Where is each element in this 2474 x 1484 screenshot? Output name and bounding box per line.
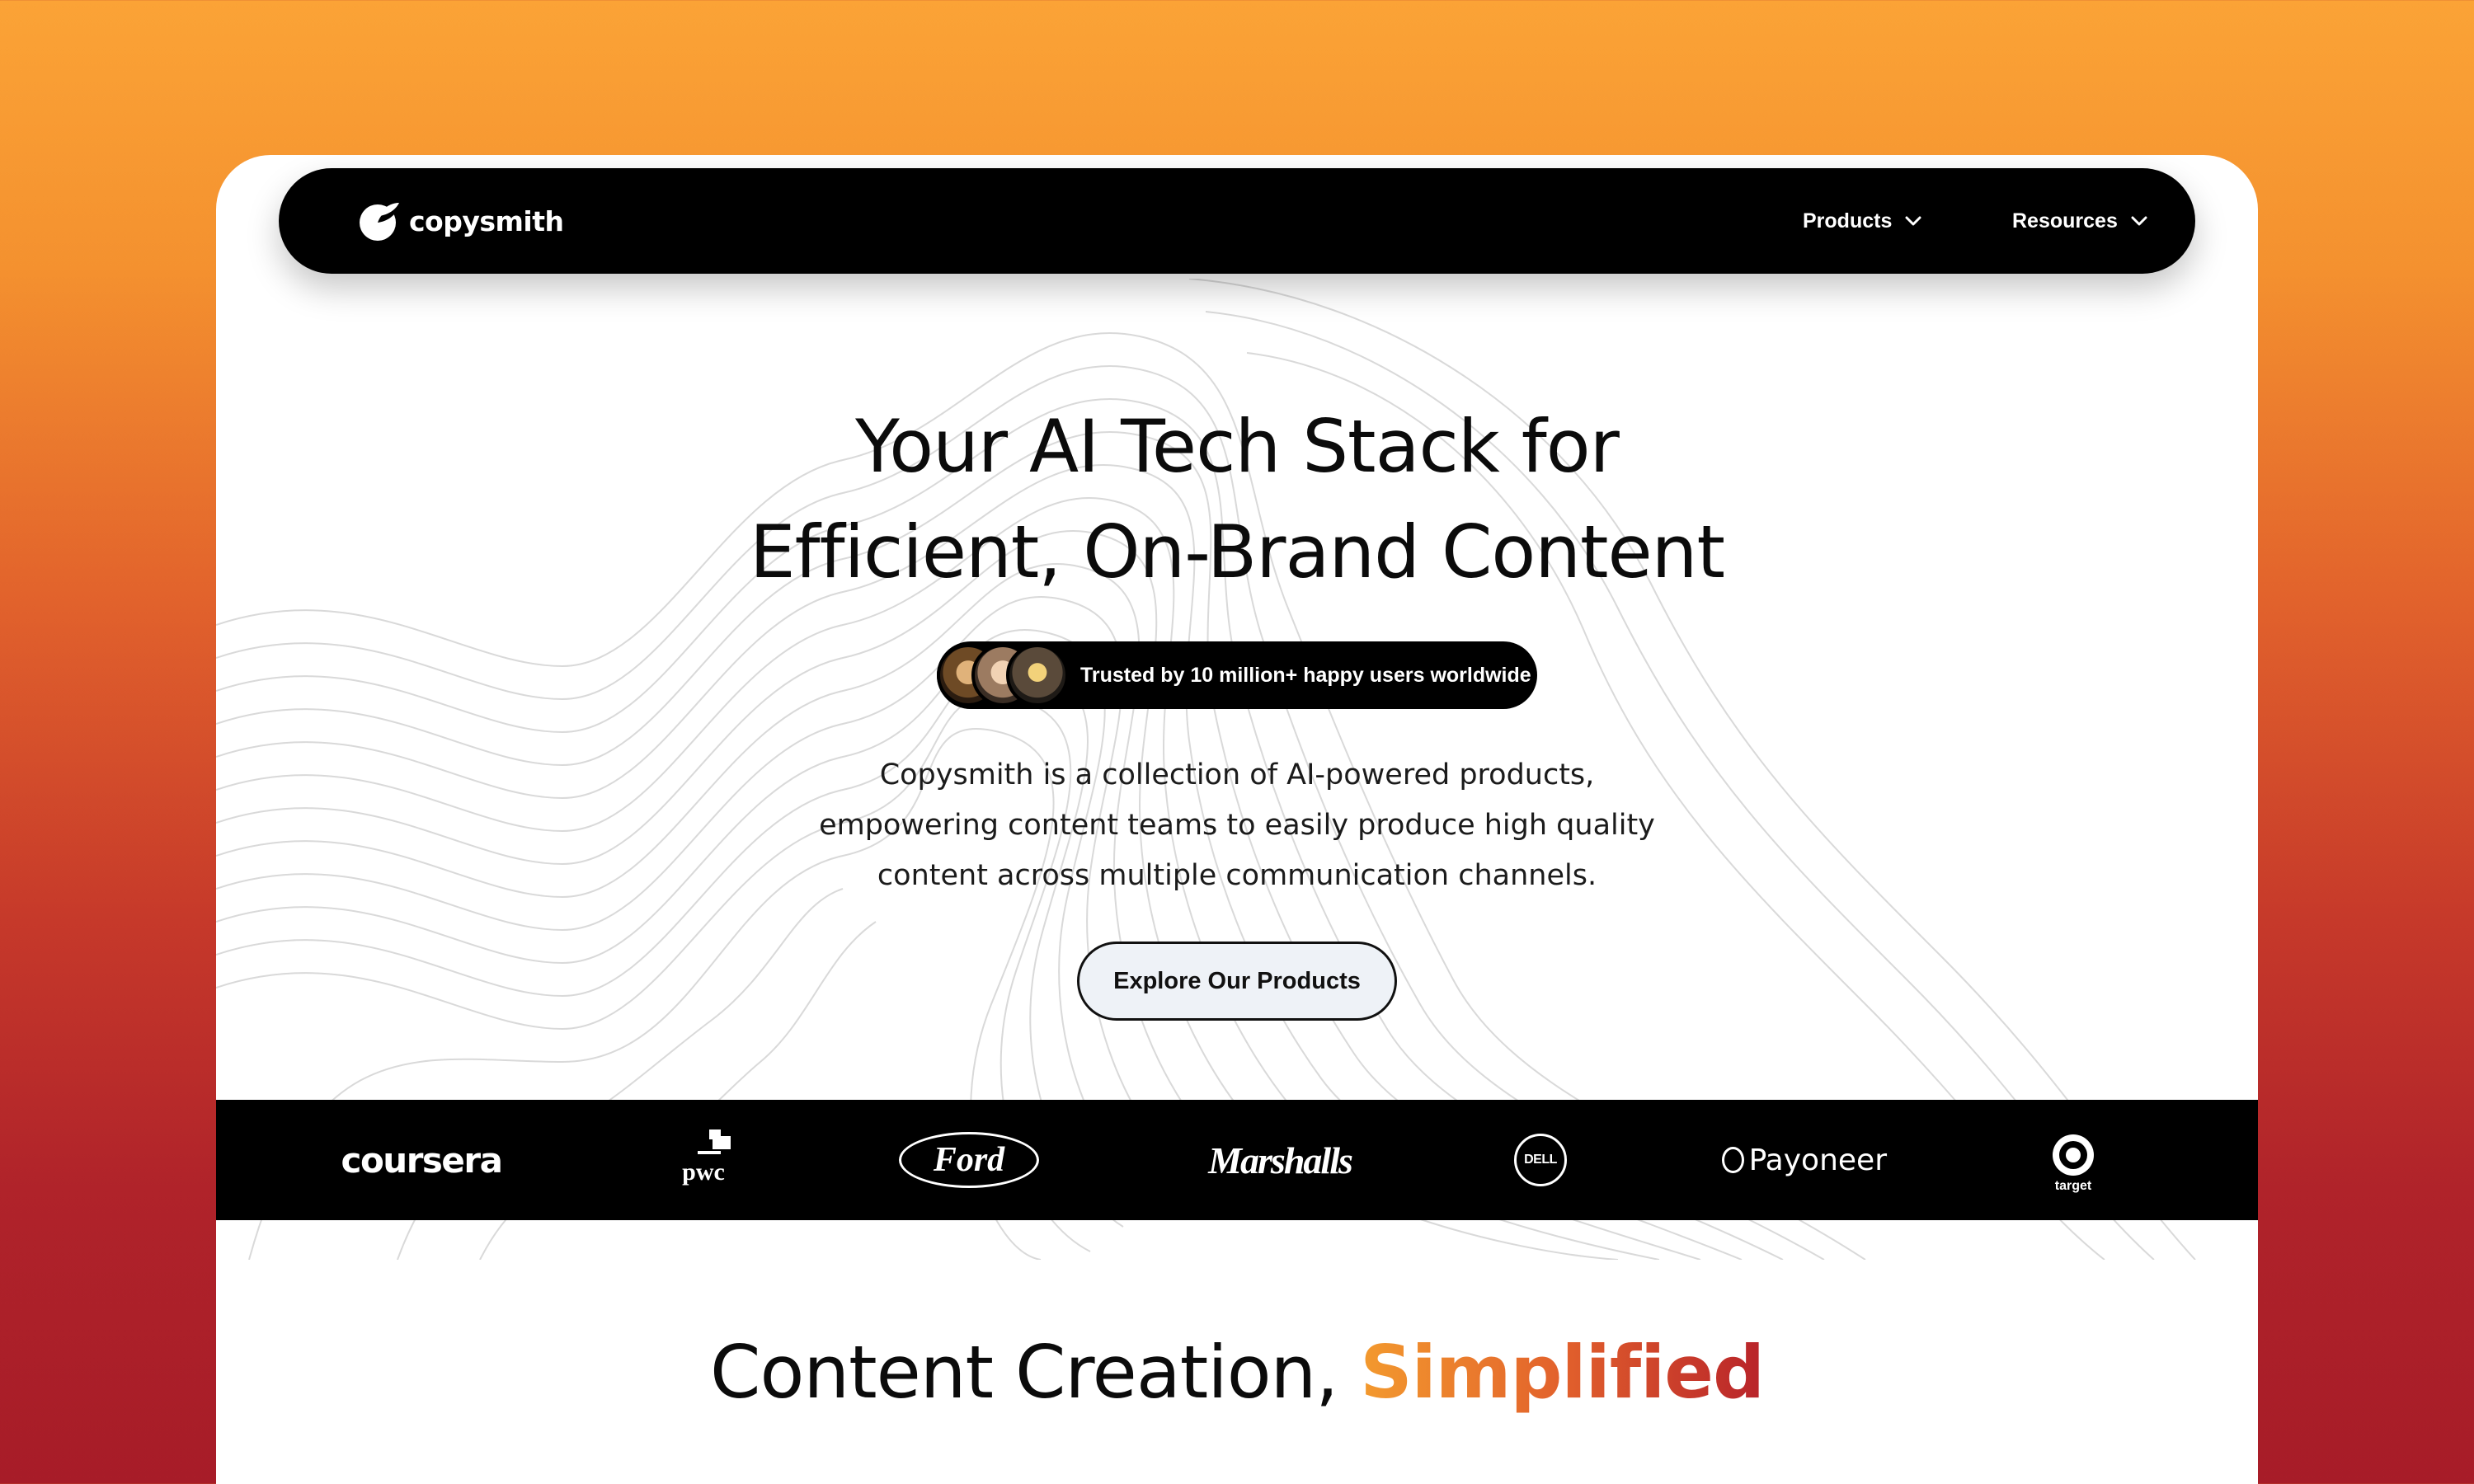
hero-title-line2: Efficient, On-Brand Content xyxy=(750,510,1725,594)
payoneer-wordmark: Payoneer xyxy=(1748,1143,1887,1177)
nav-resources-dropdown[interactable]: Resources xyxy=(2012,168,2147,274)
marshalls-logo: Marshalls xyxy=(1208,1139,1353,1181)
ford-wordmark: Ford xyxy=(933,1141,1005,1179)
payoneer-circle-icon xyxy=(1722,1147,1744,1173)
section-title: Content Creation, Simplified xyxy=(216,1327,2258,1418)
target-wordmark: target xyxy=(2054,1179,2092,1193)
pwc-wordmark: pwc xyxy=(682,1158,725,1186)
explore-products-button[interactable]: Explore Our Products xyxy=(1077,942,1397,1021)
nav-products-label: Products xyxy=(1803,209,1893,232)
copysmith-logo-icon xyxy=(360,203,399,241)
nav-resources-label: Resources xyxy=(2012,209,2118,232)
chevron-down-icon xyxy=(2131,216,2147,226)
ford-logo: Ford xyxy=(899,1100,1039,1220)
ford-oval: Ford xyxy=(899,1132,1039,1188)
customer-logos-strip: coursera pwc Ford Marshalls DELL Payonee… xyxy=(216,1100,2258,1220)
hero-description-line3: content across multiple communication ch… xyxy=(877,859,1597,892)
payoneer-logo: Payoneer xyxy=(1722,1100,1887,1220)
dell-wordmark: DELL xyxy=(1524,1153,1557,1167)
trust-badge: Trusted by 10 million+ happy users world… xyxy=(937,641,1537,709)
pwc-logo: pwc xyxy=(658,1100,749,1220)
top-navbar: copysmith Products Resources xyxy=(279,168,2195,274)
pwc-blocks-icon xyxy=(698,1129,731,1154)
dell-logo: DELL xyxy=(1511,1100,1570,1220)
trust-badge-text: Trusted by 10 million+ happy users world… xyxy=(1080,663,1531,687)
browser-window: copysmith Products Resources Your AI Tec… xyxy=(216,155,2258,1484)
coursera-logo: coursera xyxy=(341,1139,503,1181)
target-bullseye-icon xyxy=(2053,1134,2094,1176)
hero-description-line1: Copysmith is a collection of AI-powered … xyxy=(879,758,1595,791)
section-title-accent: Simplified xyxy=(1360,1330,1765,1415)
dell-circle: DELL xyxy=(1514,1134,1567,1186)
hero-description: Copysmith is a collection of AI-powered … xyxy=(216,750,2258,901)
target-logo: target xyxy=(2040,1100,2106,1220)
nav-products-dropdown[interactable]: Products xyxy=(1803,168,1921,274)
logo-text: copysmith xyxy=(409,204,564,237)
hero-title: Your AI Tech Stack for Efficient, On-Bra… xyxy=(216,394,2258,605)
section-title-prefix: Content Creation, xyxy=(710,1330,1361,1415)
chevron-down-icon xyxy=(1905,216,1921,226)
avatar xyxy=(1006,644,1069,707)
hero-title-line1: Your AI Tech Stack for xyxy=(855,404,1620,489)
hero-description-line2: empowering content teams to easily produ… xyxy=(819,809,1655,842)
copysmith-logo[interactable]: copysmith xyxy=(358,168,564,274)
user-avatars xyxy=(937,641,1069,709)
